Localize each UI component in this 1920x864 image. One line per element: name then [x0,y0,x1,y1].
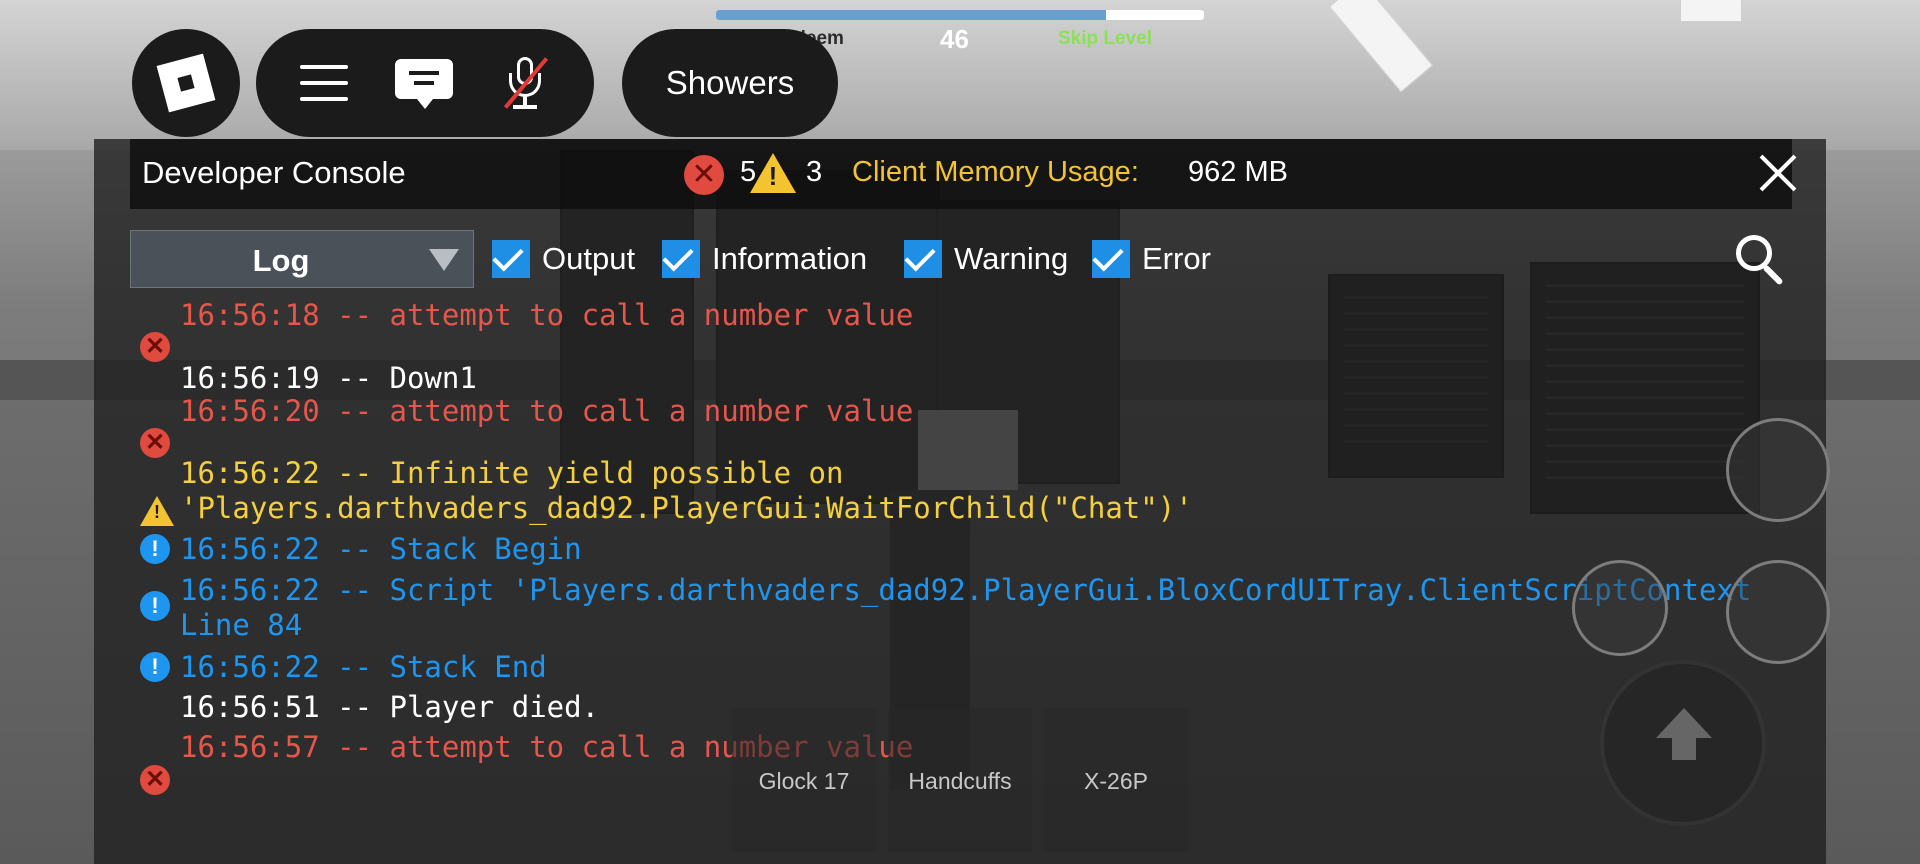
punch-button[interactable] [1572,560,1668,656]
hotbar-slot-label: Handcuffs [908,768,1012,794]
close-icon[interactable] [1758,153,1798,193]
filter-error-checkbox[interactable]: Error [1092,237,1211,281]
ceiling-light [1328,0,1434,93]
level-progress-bar [716,10,1204,20]
filter-information-checkbox[interactable]: Information [662,237,867,281]
log-entry-output: 16:56:19 -- Down1 [180,361,477,395]
checkbox-checked-icon[interactable] [492,240,530,278]
info-icon: ! [140,534,170,564]
log-entry-info: 16:56:22 -- Script 'Players.darthvaders_… [180,573,1752,607]
error-icon: ✕ [140,765,170,795]
search-icon[interactable] [1732,231,1792,291]
filter-label: Warning [954,241,1069,276]
hotbar-slot-label: Glock 17 [758,768,850,794]
filter-warning-checkbox[interactable]: Warning [904,237,1068,281]
chevron-down-icon [429,249,459,271]
checkbox-checked-icon[interactable] [662,240,700,278]
hotbar-slot-label: X-26P [1084,768,1148,794]
error-icon: ✕ [140,428,170,458]
jump-button[interactable] [1600,660,1766,826]
menu-icon[interactable] [299,65,348,101]
warning-icon-mark: ! [768,161,778,191]
console-header: Developer Console ✕ 5 ! 3 Client Memory … [130,139,1797,209]
log-entry-info: 16:56:22 -- Stack End [180,650,547,684]
log-entry-info: 16:56:22 -- Stack Begin [180,532,582,566]
log-entry-warning: 16:56:22 -- Infinite yield possible on [180,456,844,490]
roblox-menu-button[interactable] [132,29,240,137]
location-label[interactable]: Showers [622,29,838,137]
console-tab-dropdown[interactable]: Log [130,230,474,288]
jump-arrow-icon [1656,708,1712,738]
log-entry-error: 16:56:18 -- attempt to call a number val… [180,298,914,332]
console-tab-label: Log [252,243,310,278]
filter-label: Output [542,241,636,276]
log-entry-error: 16:56:20 -- attempt to call a number val… [180,394,914,428]
filter-label: Error [1142,241,1211,276]
sprint-button[interactable] [1726,560,1830,664]
ceiling-light [1680,0,1742,22]
info-icon: ! [140,591,170,621]
warning-icon-mark: ! [154,502,160,522]
log-entry-info-cont: Line 84 [180,608,303,642]
checkbox-checked-icon[interactable] [904,240,942,278]
level-progress-fill [716,10,1107,20]
error-icon: ✕ [684,155,724,195]
warning-count: 3 [806,156,823,188]
hud-button-group [256,29,594,137]
chat-icon[interactable] [394,59,453,109]
info-icon: ! [140,652,170,682]
log-entry-warning-cont: 'Players.darthvaders_dad92.PlayerGui:Wai… [180,491,1193,525]
hotbar-slot[interactable]: Handcuffs [888,708,1032,852]
memory-value: 962 MB [1188,156,1288,188]
crouch-button[interactable] [1726,418,1830,522]
level-number: 46 [940,24,969,54]
roblox-logo-icon [156,53,216,113]
console-title: Developer Console [142,155,406,190]
filter-label: Information [712,241,868,276]
checkbox-checked-icon[interactable] [1092,240,1130,278]
hotbar-slot[interactable]: X-26P [1044,708,1188,852]
log-entry-output: 16:56:51 -- Player died. [180,690,600,724]
error-icon: ✕ [140,332,170,362]
mic-muted-icon[interactable] [500,55,550,111]
filter-output-checkbox[interactable]: Output [492,237,635,281]
skip-level-button[interactable]: Skip Level [1058,28,1152,50]
memory-label: Client Memory Usage: [852,156,1139,188]
hotbar-slot[interactable]: Glock 17 [732,708,876,852]
